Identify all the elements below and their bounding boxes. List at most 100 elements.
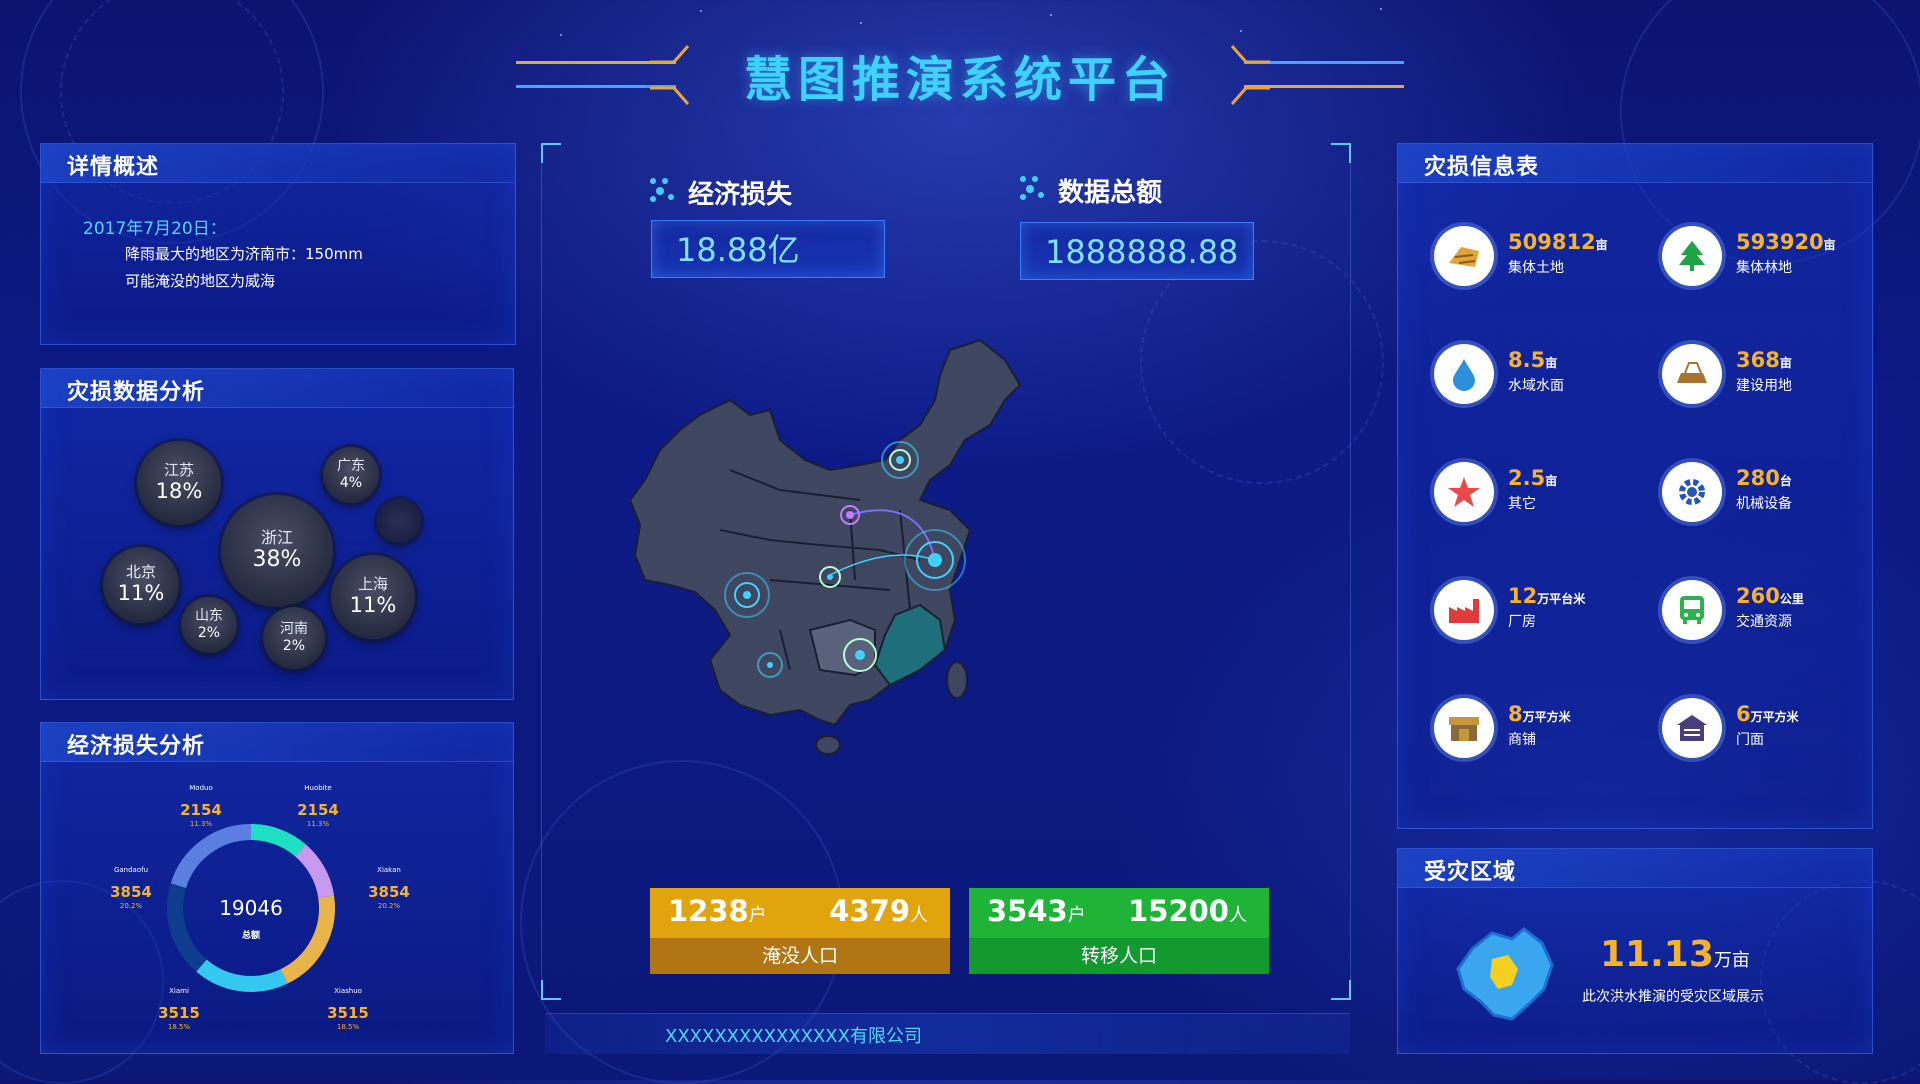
econ-loss-value: 18.88亿 [651,220,885,278]
info-item: 260公里 交通资源 [1662,580,1882,650]
card-label: 转移人口 [1080,945,1157,967]
details-date: 2017年7月20日： [83,219,227,239]
card-label: 淹没人口 [761,945,838,967]
donut-label-value: 3854 [110,883,152,901]
data-total-label: 数据总额 [1058,178,1163,208]
info-value: 6万平方米 [1736,702,1799,726]
bubble-label: 浙江 [260,528,293,548]
bubble-percent: 38% [252,547,302,573]
frame-corner [1331,143,1351,163]
donut-label-name: Moduo [189,784,213,792]
donut-segment [170,824,252,889]
donut-label-pct: 18.5% [336,1023,360,1031]
donut-label-name: Xiashuo [334,987,362,995]
info-item: 593920亩 集体林地 [1662,226,1882,296]
donut-label-name: Huobite [304,784,332,792]
donut-label-value: 3515 [158,1004,200,1022]
china-region-light [808,618,876,677]
transferred-population-card: 转移人口 3543户 15200人 [969,888,1269,974]
info-label: 商铺 [1508,732,1536,748]
card-bottom: 淹没人口 [650,938,950,974]
donut-label-value: 3515 [327,1004,369,1022]
info-label: 集体土地 [1508,260,1564,276]
unit: 人 [1229,905,1247,926]
flooded-households: 1238户 [668,894,767,928]
data-total-value: 1888888.88 [1020,222,1254,280]
storefront-icon [1662,698,1722,758]
unit: 人 [910,905,928,926]
bubble-shanghai: 上海 11% [331,555,415,639]
info-item: 2.5亩 其它 [1434,462,1654,532]
bubble-percent: 2% [197,625,221,641]
decor-star [860,22,862,24]
card-bottom: 转移人口 [969,938,1269,974]
frame-corner [541,980,561,1000]
bubble-percent: 11% [349,593,397,618]
bubble-label: 北京 [125,563,156,582]
bubble-percent: 18% [155,479,203,504]
page-title: 慧图推演系统平台 [743,52,1176,108]
info-label: 厂房 [1508,614,1536,630]
details-line: 降雨最大的地区为济南市：150mm [125,245,363,263]
affected-region-description: 此次洪水推演的受灾区域展示 [1582,989,1764,1005]
flooded-people: 4379人 [829,894,928,928]
region-map-icon [1456,927,1554,1021]
info-value: 368亩 [1736,348,1792,372]
info-label: 其它 [1508,496,1536,512]
bubble-guangdong: 广东 4% [323,447,379,503]
info-label: 机械设备 [1736,496,1792,512]
donut-total-value: 19046 [219,896,283,920]
affected-region-value: 11.13万亩 [1600,934,1750,975]
donut-label-pct: 20.2% [377,902,401,910]
info-item: 8.5亩 水域水面 [1434,344,1654,414]
bubble-label: 江苏 [163,461,194,480]
bus-icon [1662,580,1722,640]
info-item: 6万平方米 门面 [1662,698,1882,768]
donut-label-pct: 11.3% [189,820,213,828]
decor-star [1240,30,1242,32]
info-value: 12万平台米 [1508,584,1586,608]
panel-title: 灾损数据分析 [67,380,206,405]
gear-icon [1662,462,1722,522]
frame-corner [541,143,561,163]
bubble-percent: 4% [339,475,363,491]
panel-title: 详情概述 [67,155,160,180]
factory-icon [1434,580,1494,640]
info-value: 260公里 [1736,584,1804,608]
details-panel: 详情概述 2017年7月20日： 降雨最大的地区为济南市：150mm 可能淹没的… [40,143,516,345]
transferred-people: 15200人 [1128,894,1247,928]
cluster-icon [1020,176,1044,200]
donut-segment [250,824,306,857]
info-label: 集体林地 [1736,260,1792,276]
donut-label-name: Xiami [169,987,189,995]
details-line: 可能淹没的地区为威海 [125,272,276,290]
value: 3543 [987,894,1068,928]
shop-icon [1434,698,1494,758]
unit: 户 [1067,905,1086,926]
info-value: 8万平方米 [1508,702,1571,726]
decor-star [1380,8,1382,10]
donut-segment [196,959,288,992]
value: 1238 [668,894,749,928]
decor-star [700,10,702,12]
damage-info-panel: 灾损信息表 509812亩 集体土地 593920亩 集体林地 8.5亩 水域水… [1397,143,1873,829]
tree-icon [1662,226,1722,286]
bubble-henan: 河南 2% [263,607,325,669]
hainan-island [815,735,841,755]
donut-label-name: Xiakan [377,866,401,874]
cluster-icon [650,178,674,202]
info-item: 509812亩 集体土地 [1434,226,1654,296]
info-value: 509812亩 [1508,230,1608,254]
bubble-beijing: 北京 11% [103,547,179,623]
panel-title: 受灾区域 [1424,860,1517,885]
info-label: 水域水面 [1508,378,1564,394]
info-item: 368亩 建设用地 [1662,344,1882,414]
taiwan-island [946,661,968,699]
info-value: 8.5亩 [1508,348,1558,372]
info-value: 593920亩 [1736,230,1836,254]
china-map [628,338,1022,755]
donut-total-label: 总额 [241,931,260,941]
info-item: 8万平方米 商铺 [1434,698,1654,768]
donut-label-pct: 11.3% [306,820,330,828]
value: 15200 [1128,894,1229,928]
